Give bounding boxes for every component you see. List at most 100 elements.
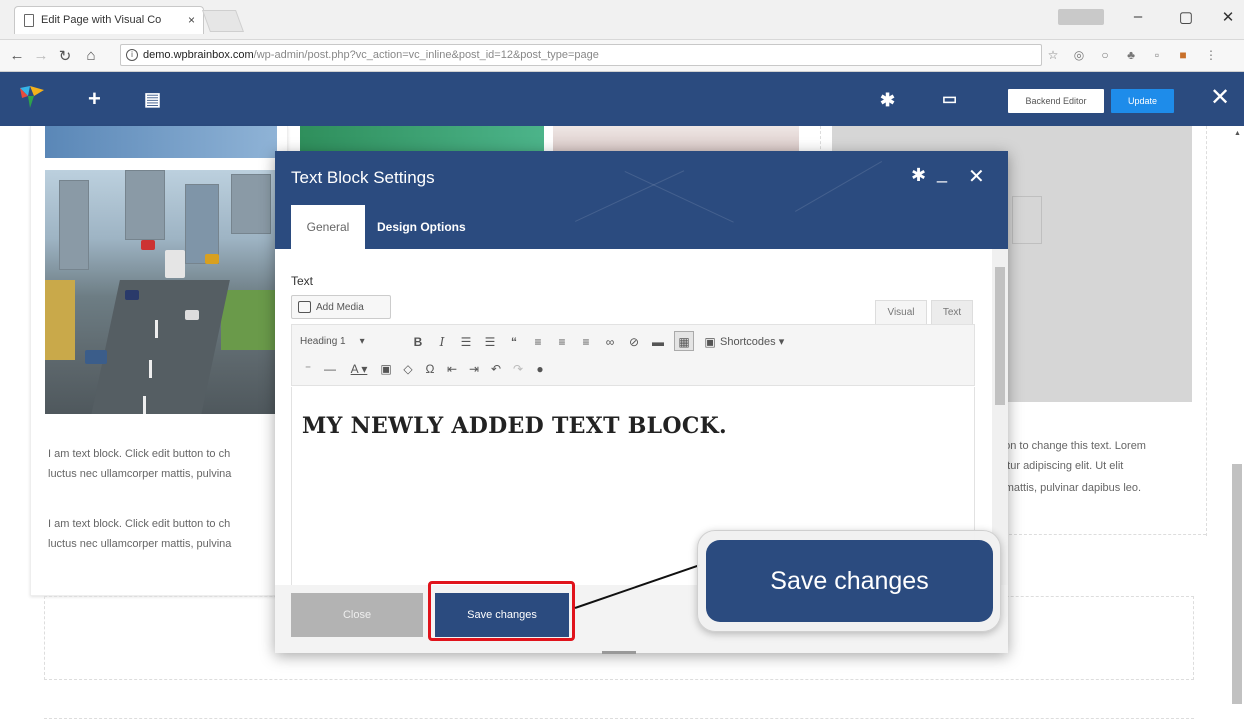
numbered-list-icon[interactable]: ☰ [482,332,498,352]
resize-grip[interactable] [602,651,636,654]
dialog-header: Text Block Settings ✱ _ ✕ General Design… [275,151,1008,249]
building [231,174,271,234]
format-select-value: Heading 1 [300,336,346,347]
search-extension-icon[interactable]: ○ [1098,48,1112,62]
color-extension-icon[interactable]: ■ [1176,48,1190,62]
bookmark-star-icon[interactable]: ☆ [1046,48,1060,62]
toolbar-toggle-icon[interactable]: ▦ [674,331,694,351]
car [185,310,199,320]
decor-line [795,161,883,212]
read-more-icon[interactable]: ▬ [650,332,666,352]
outdent-icon[interactable]: ⇤ [444,359,460,379]
profile-badge[interactable] [1058,9,1104,25]
strikethrough-icon[interactable]: ⁻ [300,359,316,379]
text-block-line: luctus nec ullamcorper mattis, pulvina [48,468,232,480]
tab-design-options[interactable]: Design Options [377,205,466,249]
clear-formatting-icon[interactable]: ◇ [400,359,416,379]
lane-mark [155,320,158,338]
callout-label: Save changes [706,540,993,622]
close-button[interactable]: Close [291,593,423,637]
update-button[interactable]: Update [1111,89,1174,113]
close-editor-icon[interactable]: ✕ [1210,86,1230,110]
maximize-icon[interactable]: ▢ [1176,8,1196,26]
truck [165,250,185,278]
dialog-close-icon[interactable]: ✕ [968,164,985,189]
bold-icon[interactable]: B [410,332,426,352]
visual-tab[interactable]: Visual [875,300,927,324]
camera-extension-icon[interactable]: ◎ [1072,48,1086,62]
align-center-icon[interactable]: ≡ [554,332,570,352]
row-divider [44,718,1194,719]
tab-general[interactable]: General [291,205,365,249]
text-block-line: tetur adipiscing elit. Ut elit [998,460,1124,472]
templates-icon[interactable]: ▤ [144,88,161,110]
chevron-down-icon: ▾ [359,336,365,347]
back-icon[interactable]: ← [8,47,26,64]
vc-editor-bar: + ▤ ✱ ▭ Backend Editor Update ✕ [0,72,1244,126]
window-extension-icon[interactable]: ▫ [1150,48,1164,62]
paste-text-icon[interactable]: ▣ [378,359,394,379]
horizontal-line-icon[interactable]: — [322,359,338,379]
italic-icon[interactable]: I [434,332,450,352]
city-image [45,170,277,414]
new-tab-button[interactable] [201,10,245,32]
align-left-icon[interactable]: ≡ [530,332,546,352]
tab-close-icon[interactable]: × [188,13,195,27]
forward-icon[interactable]: → [32,47,50,64]
lane-mark [149,360,152,378]
dialog-scrollbar-thumb[interactable] [995,267,1005,405]
car [141,240,155,250]
column-divider [1206,126,1207,536]
bullet-list-icon[interactable]: ☰ [458,332,474,352]
special-character-icon[interactable]: Ω [422,359,438,379]
dialog-minimize-icon[interactable]: _ [937,163,947,184]
add-media-button[interactable]: Add Media [291,295,391,319]
minimize-icon[interactable]: – [1128,8,1148,25]
settings-gear-icon[interactable]: ✱ [880,89,895,111]
text-tab[interactable]: Text [931,300,973,324]
browser-tab[interactable]: Edit Page with Visual Co × [14,6,204,34]
annotation-callout: Save changes [697,530,1001,632]
url-path: /wp-admin/post.php?vc_action=vc_inline&p… [253,49,599,61]
text-field-label: Text [291,274,314,288]
lane-mark [143,396,146,414]
help-icon[interactable]: ● [532,359,548,379]
url-bar[interactable]: i demo.wpbrainbox.com/wp-admin/post.php?… [120,44,1042,66]
home-icon[interactable]: ⌂ [82,47,100,64]
scroll-up-arrow-icon[interactable]: ▲ [1234,130,1241,137]
shortcodes-label: Shortcodes [720,336,776,348]
add-media-label: Add Media [316,302,364,313]
link-icon[interactable]: ∞ [602,332,618,352]
responsive-view-icon[interactable]: ▭ [942,89,957,111]
add-element-icon[interactable]: + [88,88,101,110]
format-select[interactable]: Heading 1 ▾ [300,332,400,352]
backend-editor-button[interactable]: Backend Editor [1008,89,1104,113]
align-right-icon[interactable]: ≡ [578,332,594,352]
page-scrollbar[interactable] [1232,464,1242,704]
unlink-icon[interactable]: ⊘ [626,332,642,352]
dialog-settings-icon[interactable]: ✱ [911,165,926,186]
menu-icon[interactable]: ⋮ [1204,48,1218,62]
decor-line [624,171,734,223]
puzzle-extension-icon[interactable]: ♣ [1124,48,1138,62]
undo-icon[interactable]: ↶ [488,359,504,379]
decor-line [575,170,685,222]
building [59,180,89,270]
indent-icon[interactable]: ⇥ [466,359,482,379]
window-close-icon[interactable]: ✕ [1218,8,1238,26]
text-block-line: luctus nec ullamcorper mattis, pulvina [48,538,232,550]
blockquote-icon[interactable]: “ [506,332,522,352]
text-color-icon[interactable]: A ▾ [346,359,372,379]
text-block-line: tton to change this text. Lorem [998,440,1146,452]
chevron-down-icon: ▾ [778,336,785,348]
info-icon[interactable]: i [126,49,138,61]
editor-heading: MY NEWLY ADDED TEXT BLOCK. [302,413,728,439]
shortcodes-icon[interactable]: ▣ [702,332,718,352]
redo-icon[interactable]: ↷ [510,359,526,379]
media-icon [298,301,311,313]
shortcodes-menu[interactable]: Shortcodes ▾ [720,332,804,352]
road [90,280,230,414]
vc-logo-icon[interactable] [18,84,46,110]
car [205,254,219,264]
reload-icon[interactable]: ↻ [56,47,74,65]
